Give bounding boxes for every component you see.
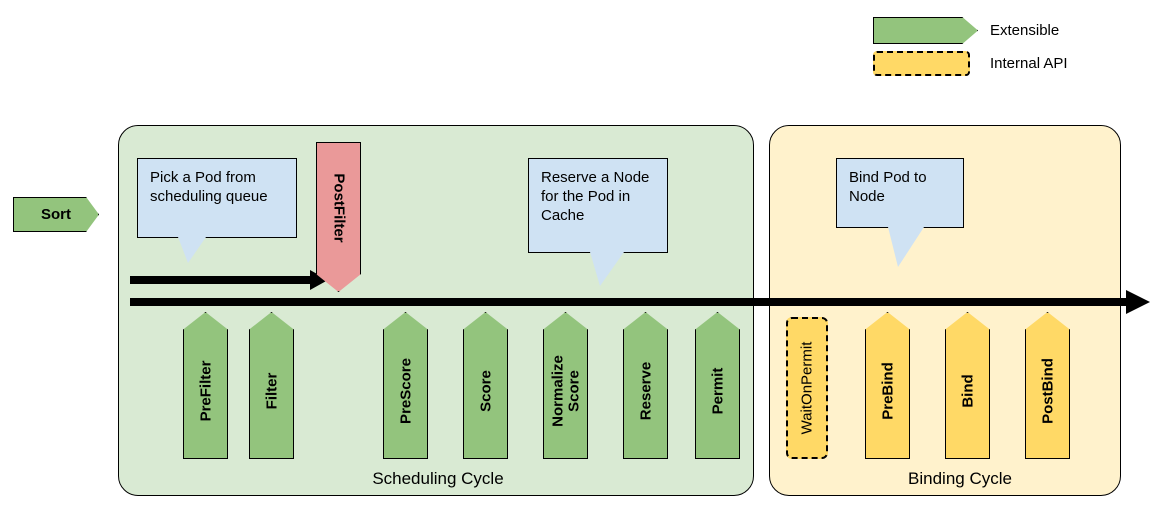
callout-reserve: Reserve a Node for the Pod in Cache [528, 158, 668, 253]
prefilter-label: PreFilter [197, 361, 214, 422]
callout-bind-text: Bind Pod to Node [849, 169, 927, 205]
waitonpermit-label: WaitOnPermit [799, 342, 816, 435]
reserve-stage: Reserve [623, 312, 668, 459]
normalize-score-stage: NormalizeScore [543, 312, 588, 459]
permit-label: Permit [709, 368, 726, 415]
callout-bind-tail [888, 227, 924, 267]
score-label: Score [477, 371, 494, 413]
reserve-label: Reserve [637, 362, 654, 420]
normalize-score-label: NormalizeScore [550, 356, 582, 428]
binding-cycle-title: Binding Cycle [900, 469, 1020, 489]
filter-label: Filter [263, 373, 280, 410]
sort-stage: Sort [13, 197, 99, 232]
postfilter-stage: PostFilter [316, 142, 361, 292]
callout-reserve-tail [590, 252, 624, 286]
postbind-label: PostBind [1039, 358, 1056, 424]
callout-pick-tail [178, 237, 206, 263]
postbind-stage: PostBind [1025, 312, 1070, 459]
legend-extensible-label: Extensible [990, 22, 1059, 39]
sort-label: Sort [41, 206, 71, 223]
prebind-stage: PreBind [865, 312, 910, 459]
waitonpermit-stage: WaitOnPermit [786, 317, 828, 459]
legend-extensible-swatch [873, 17, 978, 44]
bind-stage: Bind [945, 312, 990, 459]
prescore-label: PreScore [397, 358, 414, 424]
callout-pick-text: Pick a Pod from scheduling queue [150, 169, 268, 205]
legend-internal-swatch [873, 51, 970, 76]
callout-reserve-text: Reserve a Node for the Pod in Cache [541, 169, 649, 224]
legend-internal-label: Internal API [990, 55, 1068, 72]
filter-stage: Filter [249, 312, 294, 459]
permit-stage: Permit [695, 312, 740, 459]
callout-pick-pod: Pick a Pod from scheduling queue [137, 158, 297, 238]
bind-label: Bind [959, 375, 976, 408]
diagram-root: Scheduling Cycle Binding Cycle Sort Post… [0, 0, 1170, 525]
pick-loop-arrow [130, 276, 314, 284]
main-flow-arrow [130, 298, 1130, 306]
prescore-stage: PreScore [383, 312, 428, 459]
prebind-label: PreBind [879, 363, 896, 421]
postfilter-label: PostFilter [330, 173, 347, 242]
prefilter-stage: PreFilter [183, 312, 228, 459]
main-flow-arrowhead [1126, 290, 1150, 314]
score-stage: Score [463, 312, 508, 459]
scheduling-cycle-title: Scheduling Cycle [358, 469, 518, 489]
callout-bind: Bind Pod to Node [836, 158, 964, 228]
